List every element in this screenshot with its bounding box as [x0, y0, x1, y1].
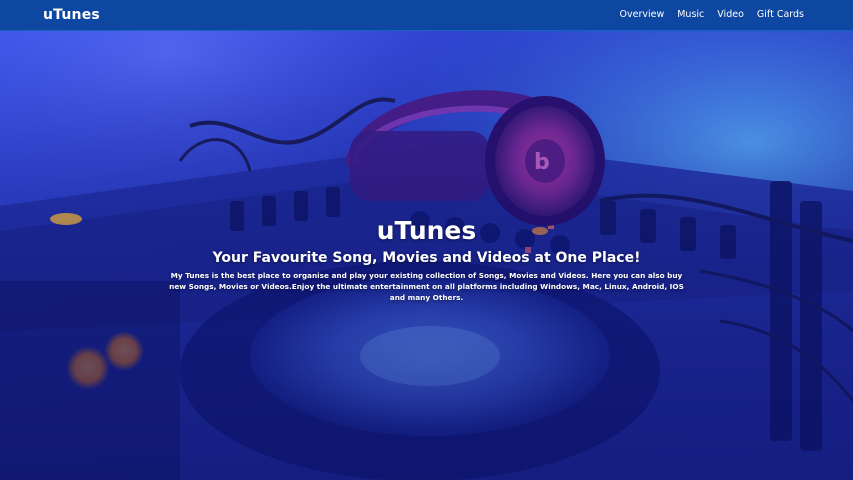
nav-link-video[interactable]: Video — [717, 9, 744, 20]
nav-link-overview[interactable]: Overview — [620, 9, 665, 20]
hero-section: b uTunes Your Favourite Song, Movies and… — [0, 31, 853, 480]
hero-subtitle: Your Favourite Song, Movies and Videos a… — [212, 250, 641, 266]
hero-title: uTunes — [376, 216, 477, 245]
hero-description: My Tunes is the best place to organise a… — [169, 271, 684, 302]
nav-links: Overview Music Video Gift Cards — [620, 9, 805, 20]
nav-link-music[interactable]: Music — [677, 9, 704, 20]
hero-text-block: uTunes Your Favourite Song, Movies and V… — [0, 216, 853, 303]
brand-logo[interactable]: uTunes — [43, 7, 100, 23]
nav-link-gift-cards[interactable]: Gift Cards — [757, 9, 804, 20]
navbar: uTunes Overview Music Video Gift Cards — [0, 0, 853, 31]
